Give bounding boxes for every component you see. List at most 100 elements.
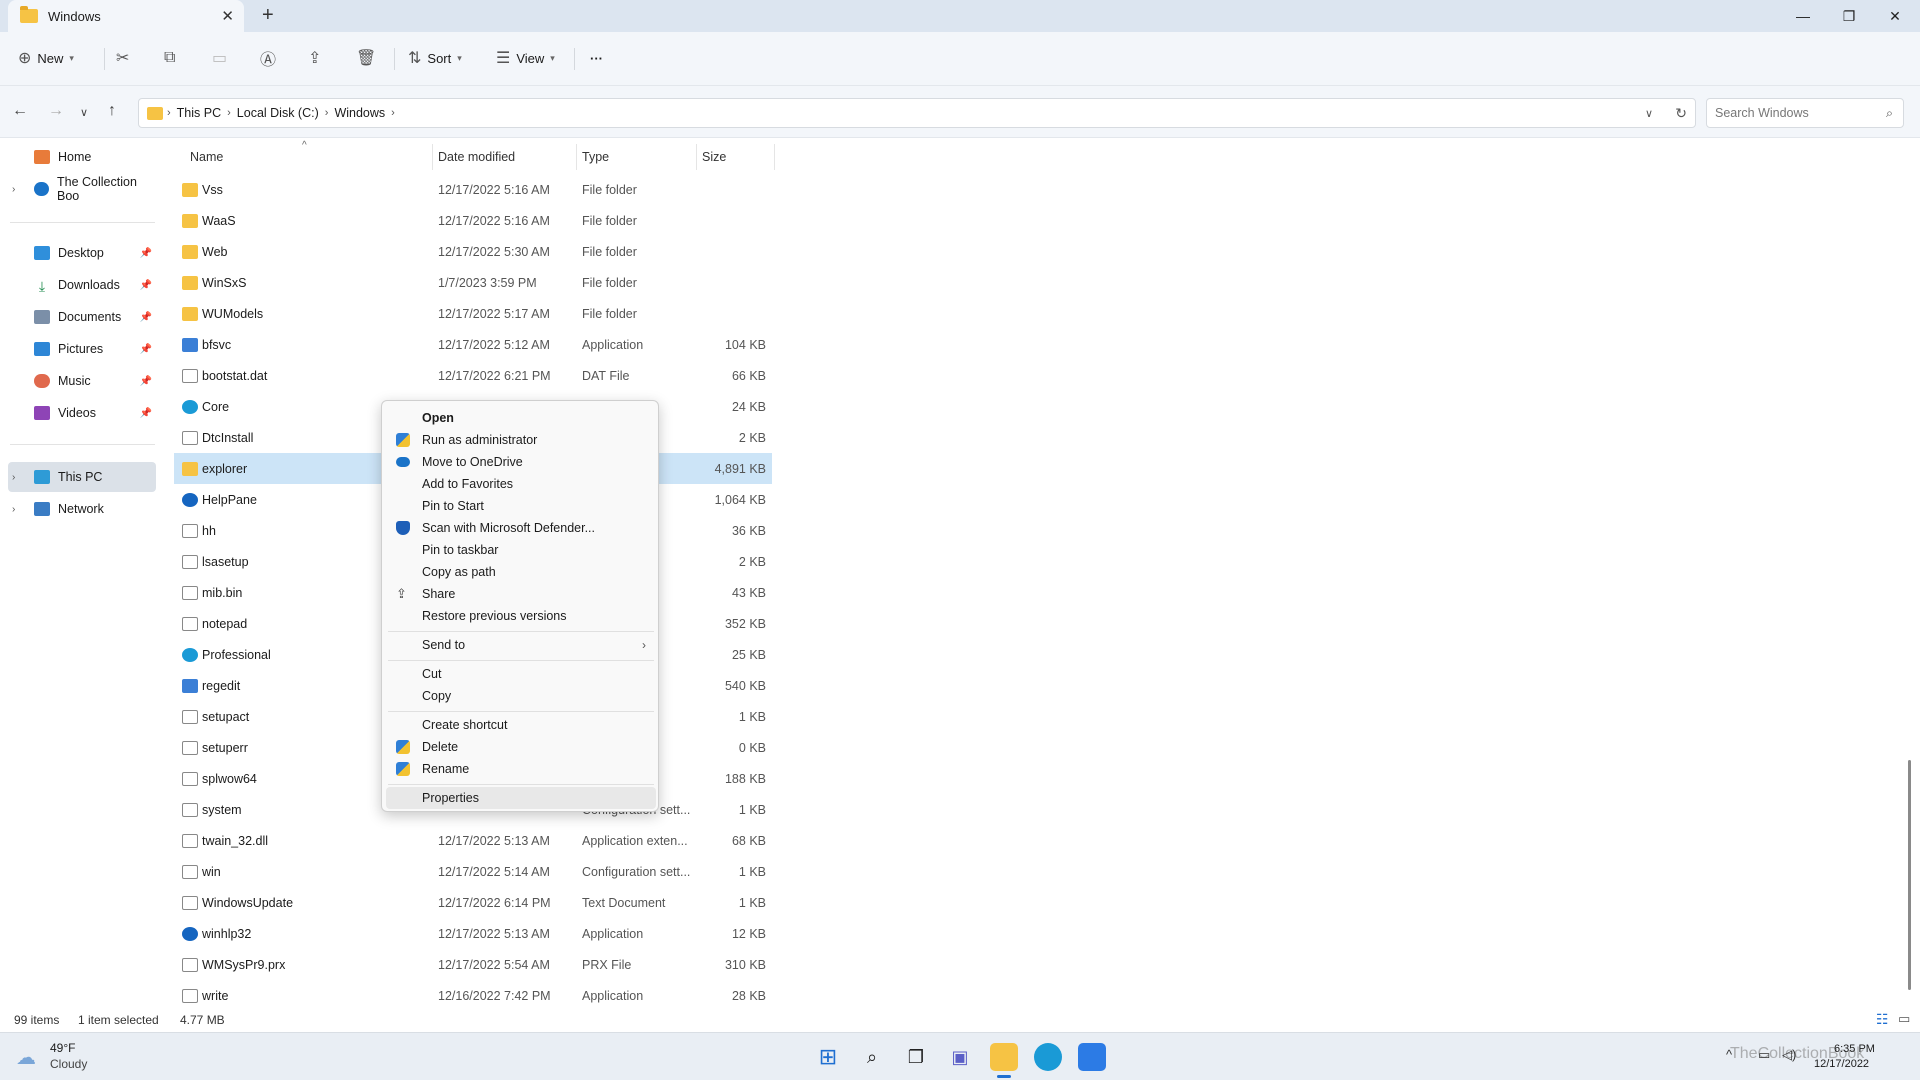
column-header-size[interactable]: Size	[702, 144, 726, 170]
sidebar-item-onedrive[interactable]: › The Collection Boo	[8, 174, 156, 204]
delete-button[interactable]: 🗑	[356, 42, 382, 74]
paste-button[interactable]: ▭	[212, 42, 233, 74]
menu-item-rename[interactable]: Rename	[386, 758, 656, 780]
recent-chevron-icon[interactable]: ∨	[80, 106, 88, 119]
network-tray-icon[interactable]: ▭	[1758, 1047, 1770, 1063]
menu-item-open[interactable]: Open	[386, 407, 656, 429]
column-header-name[interactable]: Name	[190, 144, 223, 170]
file-explorer-icon[interactable]	[990, 1043, 1018, 1071]
menu-item-restore-versions[interactable]: Restore previous versions	[386, 605, 656, 627]
copy-button[interactable]: ⧉	[164, 42, 181, 74]
tab-close-button[interactable]: ✕	[221, 7, 234, 25]
table-row[interactable]: Vss 12/17/2022 5:16 AM File folder	[174, 174, 772, 205]
cloud-weather-icon[interactable]: ☁	[16, 1045, 36, 1070]
task-view-icon[interactable]: ❐	[902, 1043, 930, 1071]
chat-icon[interactable]: ▣	[946, 1043, 974, 1071]
search-icon[interactable]: ⌕	[858, 1043, 886, 1071]
table-row[interactable]: write 12/16/2022 7:42 PM Application 28 KB	[174, 980, 772, 1011]
menu-item-copy[interactable]: Copy	[386, 685, 656, 707]
close-button[interactable]: ✕	[1872, 0, 1918, 32]
help-icon	[182, 492, 198, 507]
sidebar-item-music[interactable]: Music 📌	[8, 366, 156, 396]
address-dropdown-icon[interactable]: ∨	[1645, 107, 1653, 120]
cut-button[interactable]: ✂	[116, 42, 135, 74]
column-header-type[interactable]: Type	[582, 144, 609, 170]
breadcrumb-local-disk[interactable]: Local Disk (C:)	[237, 106, 319, 120]
menu-item-scan-defender[interactable]: Scan with Microsoft Defender...	[386, 517, 656, 539]
view-button[interactable]: ☰ View ▾	[496, 42, 555, 74]
address-bar[interactable]: › This PC › Local Disk (C:) › Windows › …	[138, 98, 1696, 128]
share-button[interactable]: ⇪	[308, 42, 327, 74]
maximize-button[interactable]: ❐	[1826, 0, 1872, 32]
sidebar-item-network[interactable]: › Network	[8, 494, 156, 524]
sidebar-item-videos[interactable]: Videos 📌	[8, 398, 156, 428]
edge-icon[interactable]	[1034, 1043, 1062, 1071]
scrollbar[interactable]	[1908, 760, 1911, 990]
column-divider[interactable]	[696, 144, 697, 170]
column-divider[interactable]	[432, 144, 433, 170]
new-tab-button[interactable]: +	[262, 4, 274, 27]
breadcrumb-windows[interactable]: Windows	[334, 106, 385, 120]
tiles-view-icon[interactable]: ▭	[1898, 1011, 1910, 1027]
menu-item-move-to-onedrive[interactable]: Move to OneDrive	[386, 451, 656, 473]
minimize-button[interactable]: —	[1780, 0, 1826, 32]
file-type: Application	[582, 337, 644, 352]
menu-item-delete[interactable]: Delete	[386, 736, 656, 758]
search-input[interactable]: Search Windows ⌕	[1706, 98, 1904, 128]
up-arrow-icon[interactable]: ↑	[108, 102, 116, 120]
table-row[interactable]: Web 12/17/2022 5:30 AM File folder	[174, 236, 772, 267]
menu-item-run-as-admin[interactable]: Run as administrator	[386, 429, 656, 451]
defender-shield-icon	[396, 521, 410, 535]
table-row[interactable]: win 12/17/2022 5:14 AM Configuration sett.…	[174, 856, 772, 887]
column-divider[interactable]	[774, 144, 775, 170]
new-button[interactable]: ⊕ New ▾	[18, 42, 74, 74]
back-arrow-icon[interactable]: ←	[12, 102, 28, 120]
details-view-icon[interactable]: ☷	[1876, 1011, 1889, 1028]
menu-item-cut[interactable]: Cut	[386, 663, 656, 685]
table-row[interactable]: winhlp32 12/17/2022 5:13 AM Application 12 …	[174, 918, 772, 949]
refresh-icon[interactable]: ↻	[1675, 105, 1687, 122]
file-type: DAT File	[582, 368, 630, 383]
menu-item-add-to-favorites[interactable]: Add to Favorites	[386, 473, 656, 495]
table-row[interactable]: WMSysPr9.prx 12/17/2022 5:54 AM PRX File 31…	[174, 949, 772, 980]
forward-arrow-icon[interactable]: →	[48, 102, 64, 120]
column-header-date[interactable]: Date modified	[438, 144, 515, 170]
clock-date[interactable]: 12/17/2022	[1814, 1058, 1869, 1070]
sidebar-item-home[interactable]: Home	[8, 142, 156, 172]
table-row[interactable]: bootstat.dat 12/17/2022 6:21 PM DAT File 66…	[174, 360, 772, 391]
sidebar-item-documents[interactable]: Documents 📌	[8, 302, 156, 332]
column-divider[interactable]	[576, 144, 577, 170]
more-options-button[interactable]: ···	[590, 42, 603, 74]
volume-icon[interactable]: ◁)	[1782, 1047, 1796, 1063]
weather-temperature[interactable]: 49°F	[50, 1041, 75, 1055]
table-row[interactable]: twain_32.dll 12/17/2022 5:13 AM Applicatio…	[174, 825, 772, 856]
menu-item-pin-to-taskbar[interactable]: Pin to taskbar	[386, 539, 656, 561]
store-icon[interactable]	[1078, 1043, 1106, 1071]
sidebar-item-this-pc[interactable]: › This PC	[8, 462, 156, 492]
table-row[interactable]: bfsvc 12/17/2022 5:12 AM Application 104 KB	[174, 329, 772, 360]
menu-item-create-shortcut[interactable]: Create shortcut	[386, 714, 656, 736]
folder-icon	[147, 106, 163, 120]
rename-button[interactable]: Ⓐ	[260, 42, 282, 74]
menu-item-share[interactable]: ⇪ Share	[386, 583, 656, 605]
sidebar-item-pictures[interactable]: Pictures 📌	[8, 334, 156, 364]
start-icon[interactable]: ⊞	[814, 1043, 842, 1071]
menu-item-properties[interactable]: Properties	[386, 787, 656, 809]
sidebar-item-downloads[interactable]: ⤓ Downloads 📌	[8, 270, 156, 300]
menu-item-copy-as-path[interactable]: Copy as path	[386, 561, 656, 583]
menu-item-pin-to-start[interactable]: Pin to Start	[386, 495, 656, 517]
menu-item-send-to[interactable]: Send to ›	[386, 634, 656, 656]
sort-button[interactable]: ⇅ Sort ▾	[408, 42, 462, 74]
table-row[interactable]: WUModels 12/17/2022 5:17 AM File folder	[174, 298, 772, 329]
table-row[interactable]: WaaS 12/17/2022 5:16 AM File folder	[174, 205, 772, 236]
table-row[interactable]: WinSxS 1/7/2023 3:59 PM File folder	[174, 267, 772, 298]
clock-time[interactable]: 6:35 PM	[1834, 1043, 1875, 1055]
table-row[interactable]: WindowsUpdate 12/17/2022 6:14 PM Text Docu…	[174, 887, 772, 918]
active-indicator	[997, 1075, 1011, 1078]
sidebar-item-desktop[interactable]: Desktop 📌	[8, 238, 156, 268]
tab-windows[interactable]: Windows ✕	[8, 0, 244, 32]
tray-overflow-icon[interactable]: ^	[1726, 1047, 1732, 1062]
weather-condition[interactable]: Cloudy	[50, 1057, 87, 1071]
file-size: 1 KB	[738, 802, 766, 817]
breadcrumb-this-pc[interactable]: This PC	[177, 106, 221, 120]
